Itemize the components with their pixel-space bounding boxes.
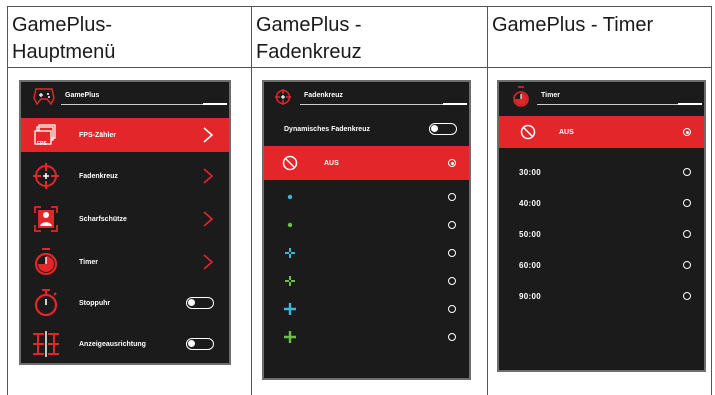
- radio-unselected[interactable]: [683, 261, 691, 269]
- chevron-right-icon: [203, 211, 214, 227]
- radio-selected[interactable]: [683, 128, 691, 136]
- chevron-right-icon: [203, 127, 214, 143]
- menu-item-display-alignment[interactable]: Anzeigeausrichtung: [21, 324, 229, 363]
- gameplus-crosshair-screen: Fadenkreuz Dynamisches Fadenkreuz AUS: [262, 80, 471, 380]
- radio-unselected[interactable]: [683, 292, 691, 300]
- crosshair-option-cross-large-cyan[interactable]: [264, 295, 469, 323]
- crosshair-icon: [33, 163, 59, 189]
- header-rule: [300, 103, 467, 105]
- timer-option-90[interactable]: 90:00: [499, 280, 704, 312]
- chevron-right-icon: [203, 168, 214, 184]
- timer-menu-header: Timer: [499, 82, 704, 112]
- crosshair-menu-header: Fadenkreuz: [264, 82, 469, 112]
- table-border-col3: [487, 6, 488, 395]
- column-heading-timer: GamePlus - Timer: [492, 14, 654, 36]
- crosshair-option-off[interactable]: AUS: [264, 146, 469, 180]
- cross-large-cyan-icon: [284, 303, 296, 315]
- cross-small-cyan-icon: [285, 248, 295, 258]
- menu-item-label: Stoppuhr: [79, 299, 111, 307]
- display-alignment-toggle[interactable]: [186, 338, 214, 350]
- radio-unselected[interactable]: [448, 249, 456, 257]
- menu-item-label: FPS-Zähler: [79, 131, 116, 139]
- gamepad-icon: [33, 88, 55, 106]
- display-alignment-icon: [33, 331, 59, 357]
- timer-value: 40:00: [519, 198, 541, 208]
- radio-selected[interactable]: [448, 159, 456, 167]
- stopwatch-toggle[interactable]: [186, 297, 214, 309]
- dot-green-icon: [287, 222, 293, 228]
- crosshair-option-dot-cyan[interactable]: [264, 183, 469, 211]
- timer-option-60[interactable]: 60:00: [499, 249, 704, 281]
- gameplus-timer-screen: Timer AUS 30:00 40:00 50:00 60:00 90:00: [497, 80, 706, 372]
- column-heading-crosshair: GamePlus - Fadenkreuz: [256, 14, 362, 63]
- table-border-top: [7, 6, 712, 7]
- radio-unselected[interactable]: [448, 193, 456, 201]
- timer-option-off[interactable]: AUS: [499, 116, 704, 148]
- radio-unselected[interactable]: [683, 230, 691, 238]
- dynamic-crosshair-toggle[interactable]: [429, 123, 457, 135]
- none-icon: [282, 155, 298, 171]
- cross-large-green-icon: [284, 331, 296, 343]
- timer-icon: [34, 248, 58, 276]
- radio-unselected[interactable]: [448, 333, 456, 341]
- timer-menu-title: Timer: [541, 92, 560, 99]
- radio-unselected[interactable]: [448, 305, 456, 313]
- chevron-right-icon: [203, 254, 214, 270]
- dynamic-crosshair-label: Dynamisches Fadenkreuz: [284, 125, 370, 133]
- dynamic-crosshair-row[interactable]: Dynamisches Fadenkreuz: [264, 116, 469, 142]
- radio-unselected[interactable]: [683, 168, 691, 176]
- crosshair-menu-title: Fadenkreuz: [304, 92, 343, 99]
- menu-item-label: Fadenkreuz: [79, 172, 118, 180]
- menu-item-label: Anzeigeausrichtung: [79, 340, 146, 348]
- timer-option-30[interactable]: 30:00: [499, 156, 704, 188]
- menu-item-stopwatch[interactable]: Stoppuhr: [21, 283, 229, 323]
- header-rule: [537, 103, 702, 105]
- menu-item-timer[interactable]: Timer: [21, 242, 229, 282]
- column-heading-main-menu: GamePlus- Hauptmenü: [12, 14, 116, 63]
- timer-value: 90:00: [519, 291, 541, 301]
- header-rule: [61, 103, 227, 105]
- off-label: AUS: [324, 159, 339, 167]
- timer-option-50[interactable]: 50:00: [499, 218, 704, 250]
- table-border-col2: [251, 6, 252, 395]
- timer-value: 30:00: [519, 167, 541, 177]
- timer-icon: [513, 86, 529, 107]
- menu-item-label: Timer: [79, 258, 98, 266]
- table-header-divider: [7, 67, 712, 68]
- table-border-right: [711, 6, 712, 395]
- stopwatch-icon: [34, 289, 58, 317]
- radio-unselected[interactable]: [683, 199, 691, 207]
- fps-icon-text: FPS: [37, 141, 47, 147]
- none-icon: [520, 124, 536, 140]
- sniper-icon: [34, 206, 58, 232]
- crosshair-option-cross-large-green[interactable]: [264, 323, 469, 351]
- radio-unselected[interactable]: [448, 221, 456, 229]
- crosshair-option-cross-small-cyan[interactable]: [264, 239, 469, 267]
- crosshair-option-cross-small-green[interactable]: [264, 267, 469, 295]
- timer-option-40[interactable]: 40:00: [499, 187, 704, 219]
- main-menu-header: GamePlus: [21, 82, 229, 112]
- dot-cyan-icon: [287, 194, 293, 200]
- off-label: AUS: [559, 128, 574, 136]
- table-border-left: [7, 6, 8, 395]
- crosshair-option-dot-green[interactable]: [264, 211, 469, 239]
- gameplus-main-menu-screen: GamePlus FPS FPS-Zähler Fadenkreuz Schar…: [19, 80, 231, 365]
- main-menu-title: GamePlus: [65, 92, 100, 99]
- menu-item-fps-counter[interactable]: FPS FPS-Zähler: [21, 118, 229, 152]
- document-table: GamePlus- Hauptmenü GamePlus - Fadenkreu…: [0, 0, 715, 395]
- timer-value: 60:00: [519, 260, 541, 270]
- cross-small-green-icon: [285, 276, 295, 286]
- timer-value: 50:00: [519, 229, 541, 239]
- crosshair-icon: [275, 89, 291, 105]
- menu-item-label: Scharfschütze: [79, 215, 127, 223]
- menu-item-crosshair[interactable]: Fadenkreuz: [21, 157, 229, 195]
- radio-unselected[interactable]: [448, 277, 456, 285]
- menu-item-sniper[interactable]: Scharfschütze: [21, 200, 229, 238]
